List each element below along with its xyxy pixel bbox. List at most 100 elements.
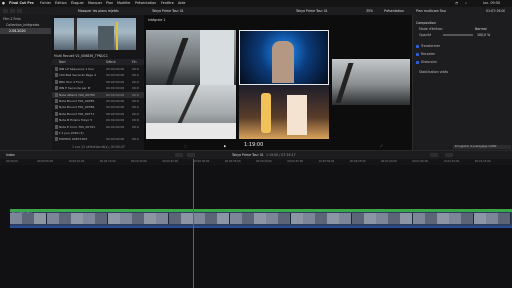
index-button[interactable]: Index [6, 153, 15, 157]
clip-thumbnail[interactable] [351, 213, 365, 224]
clip-thumbnail[interactable] [58, 213, 72, 224]
clip-thumbnail[interactable] [107, 213, 121, 224]
clip-thumbnail[interactable] [10, 213, 23, 224]
save-preset-button[interactable]: Enregistrer le préréglage d'effet [453, 145, 511, 149]
angle-3-thumbnail[interactable] [332, 59, 410, 105]
clip-thumbnail[interactable] [327, 213, 341, 224]
clip-thumbnail[interactable] [485, 213, 499, 224]
opacity-slider[interactable] [443, 34, 473, 36]
angle-2-thumbnail-active[interactable] [239, 30, 329, 85]
menu-modifier[interactable]: Modifier [117, 1, 131, 5]
menu-fenetre[interactable]: Fenêtre [161, 1, 174, 5]
clip-thumbnail[interactable] [168, 213, 182, 224]
apple-icon[interactable]: ● [2, 1, 5, 5]
import-button[interactable] [3, 9, 8, 13]
browser-row[interactable]: EOP800 00EST-PAT 00:00:00:00 00:0 [52, 136, 144, 142]
distort-checkbox[interactable] [416, 61, 419, 64]
clip-thumbnail[interactable] [22, 213, 36, 224]
clip-thumbnail[interactable] [34, 213, 48, 224]
angle-5-thumbnail[interactable] [239, 85, 329, 139]
clip-thumbnail[interactable] [498, 213, 511, 224]
clip-thumbnail[interactable] [278, 213, 292, 224]
transform-tool-icon[interactable]: ⬚ [184, 144, 187, 148]
clip-thumbnail[interactable] [473, 213, 487, 224]
clip-thumbnail[interactable] [449, 213, 463, 224]
clip-thumbnail[interactable] [83, 213, 97, 224]
sidebar-item-event[interactable]: 2-06-2020 [9, 29, 26, 33]
menu-elaguer[interactable]: Élaguer [71, 1, 84, 5]
menu-plan[interactable]: Plan [106, 1, 113, 5]
clip-thumbnail[interactable] [156, 213, 170, 224]
viewer-display-menu[interactable]: Présentation [384, 9, 404, 13]
select-tool-button[interactable] [175, 153, 183, 157]
browser-row[interactable]: IRN LP Séquence 1 tour 00:00:00:00 00:0 [52, 66, 144, 72]
clip-thumbnail[interactable] [254, 213, 267, 224]
menu-edition[interactable]: Édition [55, 1, 67, 5]
field-opacity-value[interactable]: 100,0 % [477, 33, 490, 37]
clip-thumbnail[interactable] [437, 213, 450, 224]
clip-thumbnail[interactable] [412, 213, 426, 224]
search-icon[interactable]: ⌕ [465, 1, 467, 5]
clip-thumbnail[interactable] [144, 213, 158, 224]
primary-storyline[interactable]: Tokyo Prime Tour [10, 212, 512, 226]
clip-thumbnail[interactable] [461, 213, 475, 224]
sidebar-item-library[interactable]: Film 2 Fmb [3, 17, 51, 21]
playhead[interactable] [193, 159, 195, 288]
clip-thumbnail[interactable] [424, 213, 438, 224]
clip-thumbnail[interactable] [119, 213, 133, 224]
clip-thumbnail[interactable] [302, 213, 316, 224]
wifi-icon[interactable]: ◔ [455, 1, 458, 5]
menu-marquer[interactable]: Marquer [88, 1, 102, 5]
menu-fichier[interactable]: Fichier [40, 1, 51, 5]
effects-browser-button[interactable] [445, 153, 453, 157]
clip-thumbnail[interactable] [388, 213, 402, 224]
browser-row[interactable]: IRN P Seconde par Pi 00:00:00:00 00:0 [52, 85, 144, 91]
play-button[interactable]: ▶ [224, 144, 226, 148]
clip-thumbnail[interactable] [400, 213, 414, 224]
crop-checkbox[interactable] [416, 53, 419, 56]
clip-thumbnail[interactable] [315, 213, 328, 224]
col-name[interactable]: Nom [59, 60, 66, 64]
clip-thumbnail[interactable] [205, 213, 219, 224]
browser-row[interactable]: Note Bound 700_00786 00:00:00:00 00:0 [52, 104, 144, 110]
stabilization-label[interactable]: Stabilisation vidéo [419, 70, 448, 74]
clip-thumbnail[interactable] [132, 213, 145, 224]
clip-thumbnail[interactable] [363, 213, 377, 224]
col-end[interactable]: Fin [132, 60, 137, 64]
clip-thumbnail[interactable] [376, 213, 389, 224]
transform-checkbox[interactable] [416, 45, 419, 48]
clip-appearance-button[interactable] [430, 153, 438, 157]
browser-row[interactable]: 109 Bali Seconds Page 4 00:00:00:00 00:0 [52, 72, 144, 78]
menu-aide[interactable]: Aide [178, 1, 186, 5]
audio-strip[interactable] [10, 226, 512, 228]
clip-thumbnail[interactable] [180, 213, 194, 224]
angle-4-thumbnail[interactable] [146, 85, 236, 139]
clip-thumbnail[interactable] [95, 213, 109, 224]
browser-row[interactable]: Note Bound 700_00785 00:00:00:00 00:0 [52, 98, 144, 104]
browser-filter-label[interactable]: Masquer les plans rejetés [78, 9, 119, 13]
browser-row[interactable]: Note B Eclairs Tokyo 5 00:00:00:00 00:0 [52, 117, 144, 123]
sidebar-item-selected-bg[interactable] [0, 28, 51, 34]
keyword-button[interactable] [10, 9, 15, 13]
browser-filmstrip[interactable] [54, 18, 136, 50]
zoom-level[interactable]: 35% [366, 9, 373, 13]
clip-thumbnail[interactable] [266, 213, 280, 224]
clip-thumbnail[interactable] [217, 213, 231, 224]
browser-row[interactable]: BRA Tour 2 Ford 00:00:00:00 00:0 [52, 79, 144, 85]
clip-thumbnail[interactable] [241, 213, 255, 224]
field-mode-value[interactable]: Normal [475, 27, 487, 31]
clip-thumbnail[interactable] [290, 213, 304, 224]
sidebar-item-collection[interactable]: Collection_intégrales [6, 23, 51, 27]
col-start[interactable]: Début [106, 60, 116, 64]
fullscreen-icon[interactable]: ⤢ [380, 144, 383, 148]
browser-row[interactable]: Note Attend 700_00783 00:00:00:00 00:0 [52, 91, 144, 98]
clip-thumbnail[interactable] [46, 213, 60, 224]
clip-thumbnail[interactable] [229, 213, 243, 224]
browser-row[interactable]: ▾ 1 juin 2020 (3) [52, 130, 144, 136]
browser-row[interactable]: Note E Coco 700_00791 00:00:00:00 00:0 [52, 124, 144, 130]
analyze-button[interactable] [17, 9, 22, 13]
angle-1-thumbnail[interactable] [146, 30, 236, 85]
append-button[interactable] [187, 153, 195, 157]
app-menu[interactable]: Final Cut Pro [9, 1, 34, 5]
clip-thumbnail[interactable] [71, 213, 84, 224]
